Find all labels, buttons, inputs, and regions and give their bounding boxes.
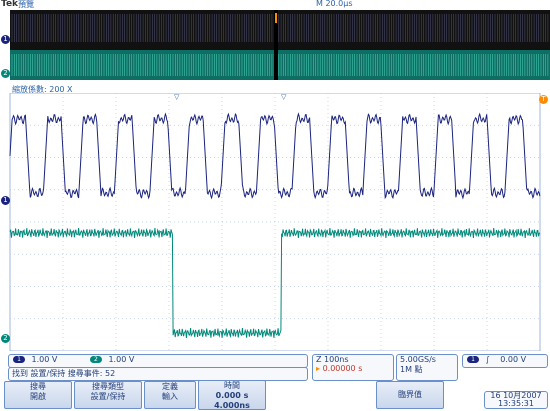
search-marker: ▽ bbox=[281, 93, 287, 101]
sample-rate: 5.00GS/s bbox=[400, 355, 436, 364]
datetime-box: 16 10月2007 13:35:31 bbox=[484, 391, 548, 409]
ch2-scale: 1.00 V bbox=[108, 355, 135, 364]
button-value: 輸入 bbox=[162, 392, 178, 401]
ch1-zoom-marker: 1 bbox=[1, 196, 10, 205]
ch2-chip: 2 bbox=[89, 356, 102, 363]
zoom-position: 0.00000 s bbox=[322, 364, 363, 373]
define-input-button[interactable]: 定義 輸入 bbox=[144, 381, 196, 409]
record-length: 1M 點 bbox=[400, 365, 423, 374]
button-label: 時間 bbox=[224, 381, 240, 390]
trigger-position-icon: ▸ bbox=[316, 364, 321, 373]
zoom-scale: Z 100ns bbox=[316, 355, 349, 364]
channel-scale-box[interactable]: 1 1.00 V 2 1.00 V bbox=[8, 354, 308, 368]
search-marker: ▽ bbox=[174, 93, 180, 101]
search-type-button[interactable]: 搜尋類型 設置/保持 bbox=[74, 381, 142, 409]
button-label: 搜尋類型 bbox=[92, 382, 124, 391]
button-value: 設置/保持 bbox=[90, 392, 126, 401]
setup-time-value: 0.000 s bbox=[215, 391, 249, 400]
search-on-button[interactable]: 搜尋 開啟 bbox=[4, 381, 72, 409]
hold-time-value: 4.000ns bbox=[214, 401, 250, 410]
trigger-position-marker bbox=[275, 13, 277, 23]
acquisition-box[interactable]: 5.00GS/s 1M 點 bbox=[396, 354, 458, 381]
timebase-readout: M 20.0μs bbox=[316, 0, 353, 8]
zoom-scale-box[interactable]: Z 100ns ▸ 0.00000 s bbox=[312, 354, 394, 381]
ch1-scale: 1.00 V bbox=[31, 355, 58, 364]
trigger-box[interactable]: 1 ∫ 0.00 V bbox=[462, 354, 548, 368]
search-info: 找到 設置/保持 搜尋事件: 52 bbox=[12, 369, 116, 378]
ch2-overview-trace bbox=[10, 50, 550, 80]
trigger-level-marker: T bbox=[539, 95, 548, 104]
time: 13:35:31 bbox=[498, 399, 534, 408]
brand-logo: Tek bbox=[1, 0, 19, 9]
button-label: 臨界值 bbox=[398, 390, 422, 399]
ch2-overview-marker: 2 bbox=[1, 69, 10, 78]
ch1-overview-trace bbox=[10, 10, 550, 50]
ch1-chip: 1 bbox=[13, 356, 25, 363]
button-label: 搜尋 bbox=[30, 382, 46, 391]
trigger-level: 0.00 V bbox=[500, 355, 527, 364]
ch1-overview-marker: 1 bbox=[1, 35, 10, 44]
acquisition-mode: 預覽 bbox=[18, 0, 34, 9]
button-value: 開啟 bbox=[30, 392, 46, 401]
trigger-slope-icon: ∫ bbox=[485, 355, 490, 364]
search-info-box: 找到 設置/保持 搜尋事件: 52 bbox=[8, 367, 308, 381]
top-bar bbox=[0, 0, 550, 10]
ch2-zoom-marker: 2 bbox=[1, 334, 10, 343]
threshold-button[interactable]: 臨界值 bbox=[376, 381, 444, 409]
time-button[interactable]: 時間 0.000 s 4.000ns bbox=[198, 380, 266, 410]
button-label: 定義 bbox=[162, 382, 178, 391]
zoom-waveform-window: ▽ ▽ bbox=[9, 93, 541, 351]
trigger-source-chip: 1 bbox=[467, 356, 479, 363]
overview-waveform bbox=[10, 10, 550, 80]
